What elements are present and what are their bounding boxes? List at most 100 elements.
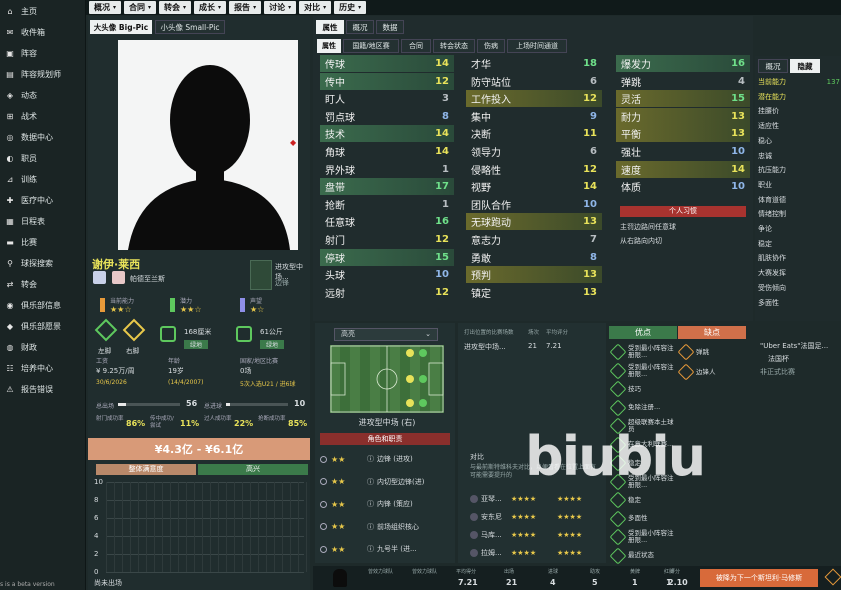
hidden-attribute-row[interactable]: 忠诚 <box>758 149 840 163</box>
attribute-row[interactable]: 工作投入 12 <box>466 90 602 108</box>
attribute-sub-tab[interactable]: 合同 <box>401 39 431 53</box>
action-banner-button[interactable]: 被降为下一个斯坦利·马修斯 <box>700 569 818 587</box>
hidden-attribute-row[interactable]: 大赛发挥 <box>758 266 840 280</box>
attribute-row[interactable]: 盘带 17 <box>320 178 454 196</box>
weakness-item[interactable]: 边锋人 <box>677 362 746 382</box>
radio-button[interactable] <box>320 523 327 530</box>
sidebar-item[interactable]: ⚲ 球探搜索 <box>0 253 85 274</box>
attribute-row[interactable]: 团队合作 10 <box>466 196 602 213</box>
sidebar-item[interactable]: ◉ 俱乐部信息 <box>0 295 85 316</box>
attribute-row[interactable]: 头球 10 <box>320 266 454 283</box>
attribute-row[interactable]: 停球 15 <box>320 248 454 266</box>
attribute-sub-tab[interactable]: 上场时间通道 <box>507 39 567 53</box>
nav-tab[interactable]: 对比 ▾ <box>299 1 332 14</box>
role-row[interactable]: ★★ ⓘ 内切型边锋(进) <box>320 472 450 492</box>
hidden-attribute-row[interactable]: 稳定 <box>758 237 840 251</box>
attribute-row[interactable]: 侵略性 12 <box>466 161 602 178</box>
tab-overview[interactable]: 概况 <box>758 59 788 73</box>
attribute-sub-tab[interactable]: 伤病 <box>477 39 505 53</box>
attribute-row[interactable]: 任意球 16 <box>320 213 454 230</box>
hidden-attribute-row[interactable]: 当前能力 137 <box>758 75 840 89</box>
info-icon[interactable]: ⓘ <box>367 544 374 554</box>
hidden-attribute-row[interactable]: 潜在能力 <box>758 90 840 104</box>
compare-row[interactable]: 安东尼 ★★★★ ★★★★ <box>470 508 600 526</box>
compare-row[interactable]: 拉姆... ★★★★ ★★★★ <box>470 544 600 562</box>
tab-small-pic[interactable]: 小头像 Small-Pic <box>155 20 225 34</box>
attribute-sub-tab[interactable]: 国籍/地区赛 <box>343 39 399 53</box>
attribute-row[interactable]: 视野 14 <box>466 178 602 195</box>
attribute-row[interactable]: 盯人 3 <box>320 90 454 107</box>
center-tab[interactable]: 属性 <box>316 20 344 34</box>
sidebar-item[interactable]: ◈ 动态 <box>0 85 85 106</box>
nav-tab[interactable]: 报告 ▾ <box>229 1 262 14</box>
role-row[interactable]: ★★ ⓘ 内锋 (策应) <box>320 494 450 514</box>
compare-row[interactable]: 亚琴... ★★★★ ★★★★ <box>470 490 600 508</box>
strength-item[interactable]: 技巧 <box>609 379 678 399</box>
attribute-row[interactable]: 才华 18 <box>466 55 602 72</box>
attribute-row[interactable]: 意志力 7 <box>466 231 602 248</box>
attribute-row[interactable]: 远射 12 <box>320 284 454 301</box>
tab-big-pic[interactable]: 大头像 Big-Pic <box>90 20 152 34</box>
sidebar-item[interactable]: ☷ 培养中心 <box>0 358 85 379</box>
strength-item[interactable]: 免除注册... <box>609 398 678 418</box>
attribute-row[interactable]: 防守站位 6 <box>466 73 602 90</box>
attribute-row[interactable]: 耐力 13 <box>616 107 750 125</box>
hidden-attribute-row[interactable]: 情绪控制 <box>758 207 840 221</box>
attribute-row[interactable]: 抢断 1 <box>320 196 454 213</box>
attribute-row[interactable]: 勇敢 8 <box>466 249 602 266</box>
attribute-row[interactable]: 灵活 15 <box>616 90 750 108</box>
hidden-attribute-row[interactable]: 适应性 <box>758 119 840 133</box>
strength-item[interactable]: 最近状态 <box>609 546 678 566</box>
nav-tab[interactable]: 合同 ▾ <box>124 1 157 14</box>
strength-item[interactable]: 多面性 <box>609 509 678 529</box>
radio-button[interactable] <box>320 478 327 485</box>
center-tab[interactable]: 数据 <box>376 20 404 34</box>
hidden-attribute-row[interactable]: 稳心 <box>758 134 840 148</box>
role-row[interactable]: ★★ ⓘ 九号半 (进... <box>320 539 450 559</box>
hidden-attribute-row[interactable]: 职业 <box>758 178 840 192</box>
nav-tab[interactable]: 转会 ▾ <box>159 1 192 14</box>
hidden-attribute-row[interactable]: 抗压能力 <box>758 163 840 177</box>
sidebar-item[interactable]: ▬ 比赛 <box>0 232 85 253</box>
sidebar-item[interactable]: ⊞ 战术 <box>0 106 85 127</box>
strength-item[interactable]: 受到最小阵容注册限... <box>609 361 678 381</box>
attribute-row[interactable]: 速度 14 <box>616 160 750 178</box>
attribute-sub-tab[interactable]: 转会状态 <box>433 39 475 53</box>
attribute-row[interactable]: 角球 14 <box>320 143 454 160</box>
attribute-row[interactable]: 平衡 13 <box>616 125 750 143</box>
info-icon[interactable]: ⓘ <box>367 522 374 532</box>
strength-item[interactable]: 受到最小阵容注册限... <box>609 342 678 362</box>
radio-button[interactable] <box>320 545 327 553</box>
weakness-item[interactable]: 弹跳 <box>677 342 746 362</box>
compare-row[interactable]: 马库... ★★★★ ★★★★ <box>470 526 600 544</box>
sidebar-item[interactable]: ▦ 日程表 <box>0 211 85 232</box>
strength-item[interactable]: 受到最小阵容注册限... <box>609 527 678 547</box>
sidebar-item[interactable]: ◐ 职员 <box>0 148 85 169</box>
role-select[interactable]: 高亮 ⌄ <box>334 328 438 341</box>
strength-item[interactable]: 稳定 <box>609 490 678 510</box>
hidden-attribute-row[interactable]: 肌肤协作 <box>758 251 840 265</box>
info-icon[interactable]: ⓘ <box>367 477 374 487</box>
center-tab[interactable]: 概况 <box>346 20 374 34</box>
role-row[interactable]: ★★ ⓘ 边锋 (进攻) <box>320 449 450 469</box>
info-icon[interactable]: ⓘ <box>367 454 374 464</box>
hidden-attribute-row[interactable]: 挂腰价 <box>758 104 840 118</box>
attribute-row[interactable]: 集中 9 <box>466 108 602 125</box>
club-name[interactable]: 帕德至兰斯 <box>130 274 165 284</box>
tab-hidden[interactable]: 隐藏 <box>790 59 820 73</box>
attribute-row[interactable]: 领导力 6 <box>466 143 602 160</box>
nav-tab[interactable]: 概况 ▾ <box>89 1 122 14</box>
sidebar-item[interactable]: ◎ 数据中心 <box>0 127 85 148</box>
attribute-row[interactable]: 决断 11 <box>466 125 602 142</box>
attribute-row[interactable]: 弹跳 4 <box>616 73 750 90</box>
hidden-attribute-row[interactable]: 争论 <box>758 222 840 236</box>
attribute-row[interactable]: 罚点球 8 <box>320 108 454 125</box>
hidden-attribute-row[interactable]: 受伤倾向 <box>758 281 840 295</box>
sidebar-item[interactable]: ✉ 收件箱 <box>0 22 85 43</box>
nav-tab[interactable]: 成长 ▾ <box>194 1 227 14</box>
attribute-row[interactable]: 强壮 10 <box>616 143 750 160</box>
nav-tab[interactable]: 讨论 ▾ <box>264 1 297 14</box>
attribute-row[interactable]: 射门 12 <box>320 231 454 248</box>
attribute-row[interactable]: 镇定 13 <box>466 284 602 301</box>
radio-button[interactable] <box>320 455 327 463</box>
